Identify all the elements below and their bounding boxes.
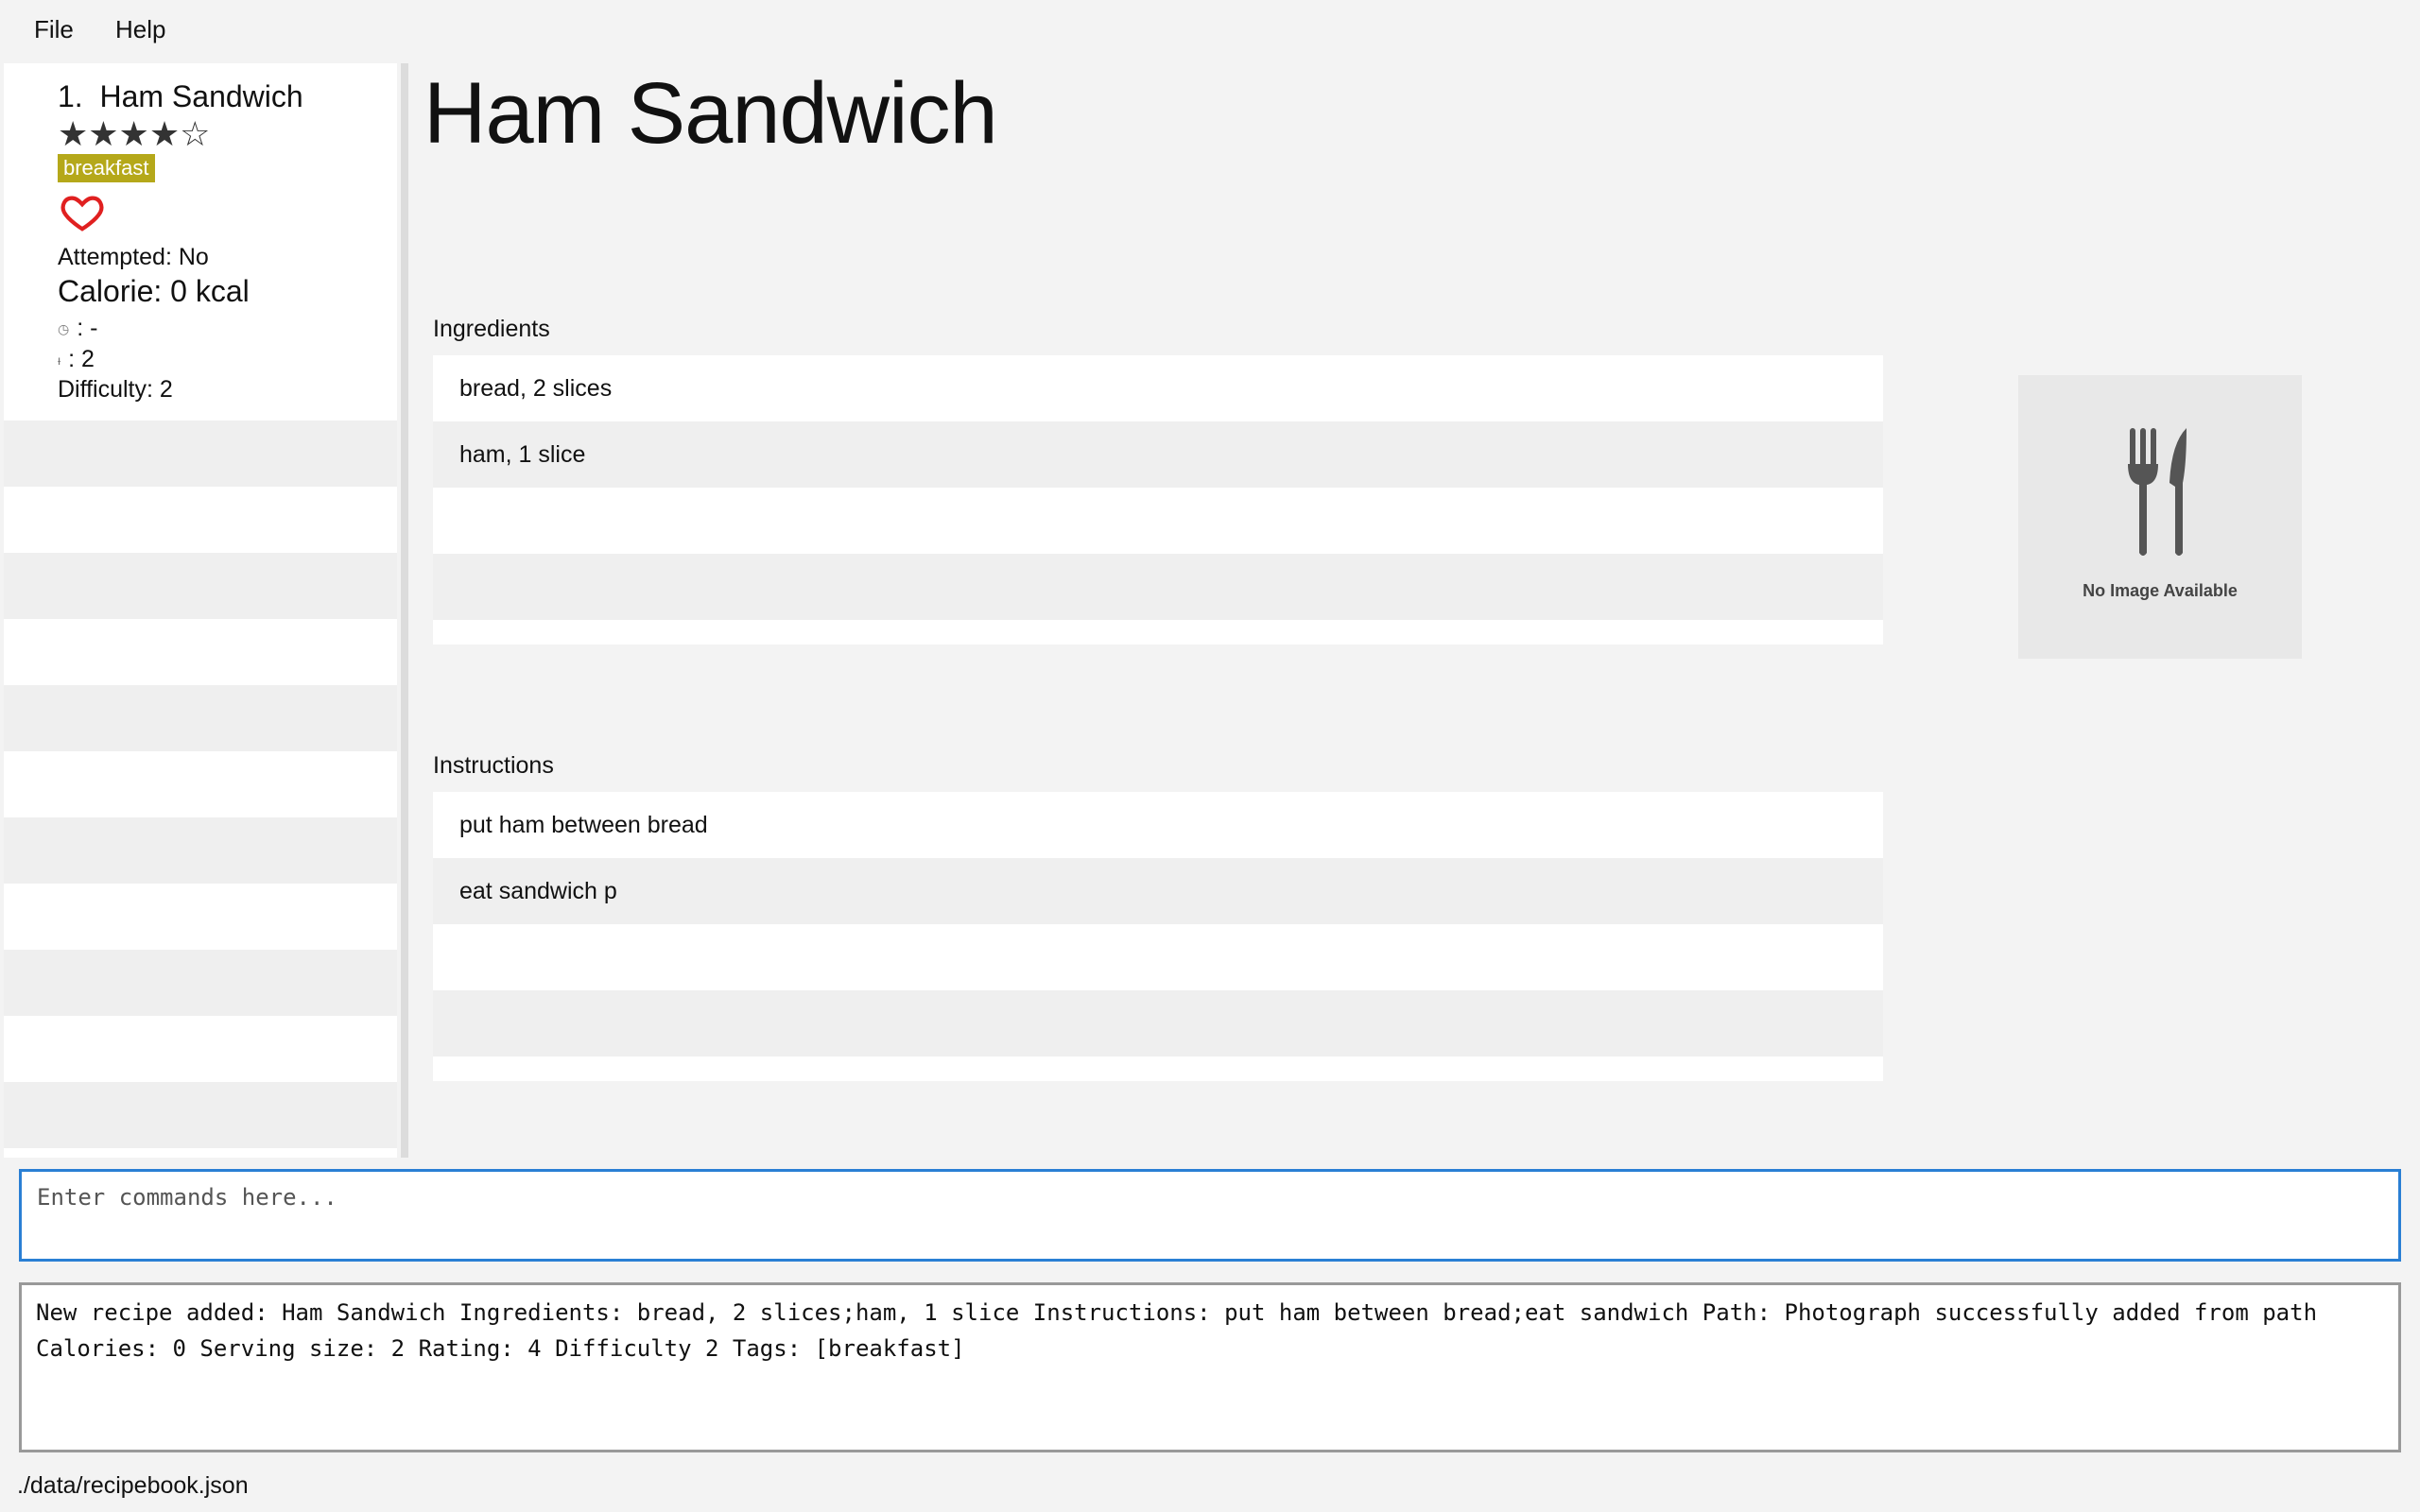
status-bar-path: ./data/recipebook.json [17,1472,249,1499]
list-item[interactable]: ham, 1 slice [433,421,1883,488]
recipe-list[interactable]: 1. Ham Sandwich ★★★★☆ breakfast Attempte… [4,63,397,1158]
servings-row: ᵻ: 2 [58,346,95,372]
result-text: New recipe added: Ham Sandwich Ingredien… [36,1299,2318,1362]
ingredients-list[interactable]: bread, 2 slices ham, 1 slice [433,355,1883,644]
recipe-detail-title: Ham Sandwich [424,65,998,162]
list-item [4,685,397,751]
command-input[interactable] [35,1179,2383,1215]
list-item [4,487,397,553]
fork-knife-icon [2128,428,2187,556]
instructions-label: Instructions [433,752,554,779]
command-box[interactable] [19,1169,2401,1262]
list-item[interactable]: put ham between bread [433,792,1883,858]
list-item [433,924,1883,990]
recipe-card-title: 1. Ham Sandwich [58,79,303,113]
list-item [4,950,397,1016]
difficulty-text: Difficulty: 2 [58,376,173,403]
list-item [4,884,397,950]
recipe-image-placeholder: No Image Available [2018,375,2302,659]
prep-time-row: ◷: - [58,315,98,341]
instructions-list[interactable]: put ham between bread eat sandwich p [433,792,1883,1081]
list-item [4,1016,397,1082]
tag-badge: breakfast [58,154,155,182]
list-item [4,421,397,487]
list-item [4,751,397,817]
fork-knife-icon: ᵻ [58,352,61,369]
clock-icon: ◷ [58,320,70,336]
list-item [4,817,397,884]
menu-bar: File Help [0,0,2420,62]
list-item[interactable]: bread, 2 slices [433,355,1883,421]
list-item[interactable]: eat sandwich p [433,858,1883,924]
split-pane-divider[interactable] [401,63,408,1158]
heart-outline-icon[interactable] [60,191,104,234]
result-display[interactable]: New recipe added: Ham Sandwich Ingredien… [19,1282,2401,1452]
list-item [433,488,1883,554]
list-item [433,554,1883,620]
recipe-card[interactable]: 1. Ham Sandwich ★★★★☆ breakfast Attempte… [4,63,397,403]
calorie-text: Calorie: 0 kcal [58,274,250,308]
list-item [4,619,397,685]
rating-stars: ★★★★☆ [58,115,211,154]
ingredients-label: Ingredients [433,316,550,342]
list-item [4,1082,397,1148]
menu-file[interactable]: File [34,15,74,44]
list-item [4,553,397,619]
list-item [433,990,1883,1057]
attempted-text: Attempted: No [58,244,209,270]
menu-help[interactable]: Help [115,15,165,44]
no-image-text: No Image Available [2083,581,2238,600]
